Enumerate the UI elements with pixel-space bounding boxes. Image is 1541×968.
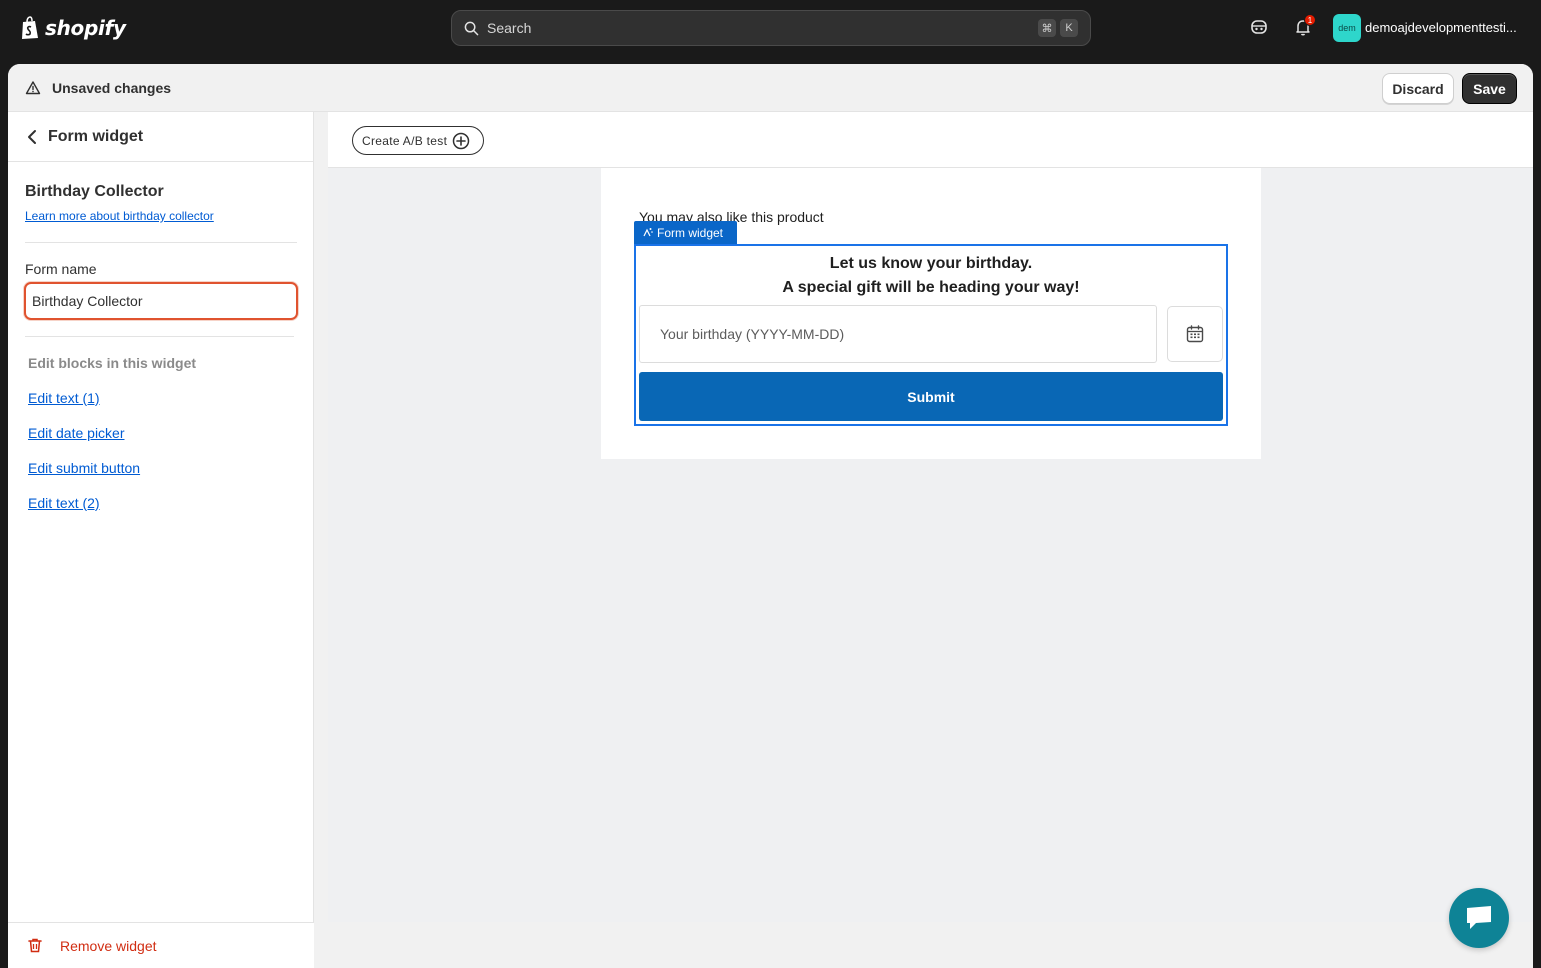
chevron-left-icon[interactable] (24, 129, 40, 145)
editor-sidebar: Form widget Birthday Collector Learn mor… (8, 112, 314, 968)
remove-widget-button[interactable]: Remove widget (8, 922, 314, 968)
notification-badge: 1 (1304, 14, 1316, 26)
preview-area: Create A/B test You may also like this p… (328, 112, 1533, 922)
assistant-button[interactable] (1248, 16, 1270, 38)
remove-widget-label: Remove widget (60, 938, 157, 954)
assistant-icon (1251, 20, 1267, 34)
calendar-button[interactable] (1167, 306, 1223, 362)
widget-tag-label: Form widget (657, 225, 724, 240)
top-bar: shopify Search ⌘ K 1 dem demoajdevelopme… (0, 0, 1541, 56)
birthday-input[interactable]: Your birthday (YYYY-MM-DD) (639, 305, 1157, 363)
widget-tag[interactable]: Form widget (634, 221, 737, 244)
trash-icon (28, 938, 42, 953)
logo-text: shopify (45, 16, 126, 40)
store-avatar[interactable]: dem (1333, 14, 1361, 42)
sidebar-title: Form widget (48, 128, 144, 145)
edit-text-1-link[interactable]: Edit text (1) (28, 390, 100, 406)
calendar-icon (1186, 325, 1204, 343)
form-name-input[interactable] (24, 282, 298, 320)
edit-text-2-link[interactable]: Edit text (2) (28, 495, 100, 511)
search-icon (464, 21, 479, 35)
blocks-heading: Edit blocks in this widget (28, 355, 197, 371)
app-frame: Unsaved changes Discard Save Form widget… (8, 64, 1533, 968)
section-title: Birthday Collector (25, 183, 164, 200)
store-name[interactable]: demoajdevelopmenttesti... (1365, 20, 1517, 35)
sparkle-icon (643, 228, 653, 237)
widget-heading: Let us know your birthday. A special gif… (636, 252, 1226, 300)
ab-test-label: Create A/B test (362, 133, 448, 148)
preview-toolbar: Create A/B test (328, 112, 1533, 168)
chat-icon (1467, 906, 1491, 929)
warning-icon (25, 81, 41, 95)
create-ab-test-button[interactable]: Create A/B test (352, 126, 484, 155)
save-button[interactable]: Save (1462, 73, 1517, 104)
chat-button[interactable] (1449, 888, 1509, 948)
learn-more-link[interactable]: Learn more about birthday collector (25, 209, 214, 223)
form-widget[interactable]: Let us know your birthday. A special gif… (634, 244, 1228, 426)
contextual-save-bar: Unsaved changes Discard Save (8, 64, 1533, 112)
discard-button[interactable]: Discard (1382, 73, 1454, 104)
divider (25, 336, 294, 337)
unsaved-status: Unsaved changes (52, 80, 172, 96)
shopify-logo[interactable]: shopify (20, 14, 126, 42)
storefront-preview: You may also like this product Form widg… (601, 168, 1261, 459)
sidebar-header: Form widget (8, 112, 313, 162)
shortcut-cmd-key: ⌘ (1038, 19, 1056, 37)
widget-heading-line2: A special gift will be heading your way! (782, 279, 1080, 296)
edit-submit-button-link[interactable]: Edit submit button (28, 460, 140, 476)
submit-button[interactable]: Submit (639, 372, 1223, 421)
plus-circle-icon (452, 132, 470, 149)
shopify-bag-icon (22, 16, 38, 39)
search-bar[interactable]: Search ⌘ K (451, 10, 1091, 46)
form-name-label: Form name (25, 261, 97, 277)
widget-heading-line1: Let us know your birthday. (829, 255, 1033, 272)
search-placeholder: Search (487, 20, 532, 36)
shortcut-k-key: K (1060, 19, 1078, 37)
edit-date-picker-link[interactable]: Edit date picker (28, 425, 125, 441)
divider (25, 242, 297, 243)
